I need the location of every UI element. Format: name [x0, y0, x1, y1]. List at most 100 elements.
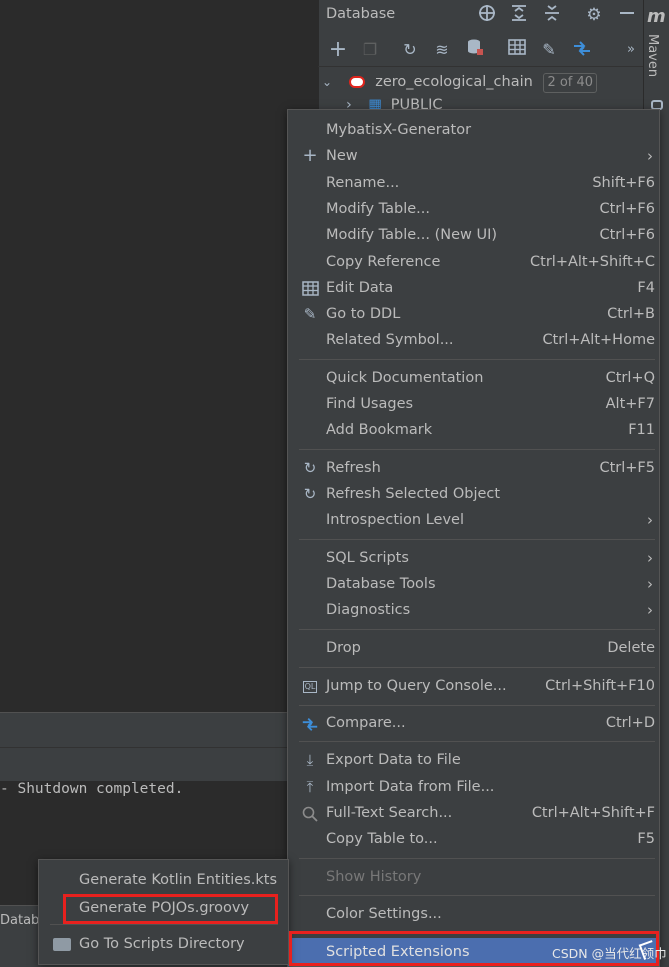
menu-item-diagnostics[interactable]: Diagnostics ›	[288, 597, 659, 623]
compare-icon[interactable]	[570, 38, 594, 62]
menu-item-label: MybatisX-Generator	[326, 122, 472, 138]
menu-separator	[299, 449, 655, 450]
settings-icon[interactable]: ⚙	[583, 4, 605, 26]
database-tab[interactable]: Databa	[0, 905, 40, 936]
submenu-item-go-to-scripts[interactable]: Go To Scripts Directory	[39, 930, 288, 958]
highlight-box-generate-pojos	[63, 894, 278, 924]
menu-item-drop[interactable]: Drop Delete	[288, 635, 659, 661]
menu-item-color-settings[interactable]: Color Settings...	[288, 901, 659, 927]
search-icon	[299, 800, 321, 826]
menu-item-shortcut: Ctrl+B	[607, 306, 655, 322]
menu-item-jump-to-query-console[interactable]: QL Jump to Query Console... Ctrl+Shift+F…	[288, 673, 659, 699]
menu-item-modify-table-new-ui[interactable]: Modify Table... (New UI) Ctrl+F6	[288, 222, 659, 248]
menu-item-show-history: Show History	[288, 864, 659, 890]
menu-item-go-to-ddl[interactable]: ✎ Go to DDL Ctrl+B	[288, 301, 659, 327]
menu-separator	[299, 629, 655, 630]
menu-item-label: Import Data from File...	[326, 779, 495, 795]
chevron-right-icon: ›	[647, 147, 653, 165]
menu-separator	[299, 858, 655, 859]
menu-item-label: Rename...	[326, 175, 400, 191]
menu-item-refresh-selected[interactable]: ↻ Refresh Selected Object	[288, 481, 659, 507]
maven-tab-label[interactable]: Maven	[645, 34, 660, 77]
menu-item-related-symbol[interactable]: Related Symbol... Ctrl+Alt+Home	[288, 327, 659, 353]
menu-item-label: Copy Reference	[326, 254, 441, 270]
menu-item-label: Refresh	[326, 460, 381, 476]
pencil-icon: ✎	[303, 305, 317, 323]
menu-separator	[299, 667, 655, 668]
menu-item-shortcut: Ctrl+D	[605, 715, 655, 731]
submenu-item-generate-kotlin[interactable]: Generate Kotlin Entities.kts	[39, 866, 288, 894]
menu-item-introspection-level[interactable]: Introspection Level ›	[288, 507, 659, 533]
menu-item-rename[interactable]: Rename... Shift+F6	[288, 170, 659, 196]
menu-separator	[299, 705, 655, 706]
schema-sync-icon[interactable]: ≋	[430, 38, 454, 62]
menu-item-label: Modify Table... (New UI)	[326, 227, 498, 243]
menu-item-copy-reference[interactable]: Copy Reference Ctrl+Alt+Shift+C	[288, 249, 659, 275]
duplicate-icon[interactable]: ❐	[358, 38, 382, 62]
maven-icon[interactable]: m	[647, 6, 666, 27]
menu-item-shortcut: Ctrl+Alt+Shift+F	[531, 805, 655, 821]
export-icon: ⤓	[306, 751, 314, 769]
menu-item-shortcut: Ctrl+Alt+Shift+C	[530, 254, 655, 270]
plus-icon: +	[302, 145, 318, 166]
submenu-item-label: Generate Kotlin Entities.kts	[79, 872, 278, 888]
menu-separator	[299, 741, 655, 742]
table-icon[interactable]	[505, 38, 529, 62]
menu-item-export-data[interactable]: ⤓ Export Data to File	[288, 747, 659, 773]
menu-item-shortcut: Ctrl+Q	[605, 370, 655, 386]
connection-badge: 2 of 40	[543, 73, 598, 93]
menu-item-modify-table[interactable]: Modify Table... Ctrl+F6	[288, 196, 659, 222]
query-console-icon: QL	[302, 680, 318, 693]
menu-item-add-bookmark[interactable]: Add Bookmark F11	[288, 417, 659, 443]
import-icon: ⤒	[306, 778, 314, 796]
menu-item-label: Full-Text Search...	[326, 805, 453, 821]
refresh-icon: ↻	[303, 459, 317, 477]
menu-item-label: Modify Table...	[326, 201, 430, 217]
refresh-icon[interactable]: ↻	[398, 38, 422, 62]
menu-separator	[299, 895, 655, 896]
minimize-icon[interactable]	[616, 4, 638, 26]
chevron-right-icon: ›	[647, 575, 653, 593]
context-menu: MybatisX-Generator + New › Rename... Shi…	[287, 109, 660, 967]
menu-item-sql-scripts[interactable]: SQL Scripts ›	[288, 545, 659, 571]
menu-item-import-data[interactable]: ⤒ Import Data from File...	[288, 774, 659, 800]
menu-separator	[299, 359, 655, 360]
menu-item-edit-data[interactable]: Edit Data F4	[288, 275, 659, 301]
crosshair-icon[interactable]	[476, 4, 498, 26]
more-icon[interactable]: »	[619, 38, 643, 62]
menu-item-database-tools[interactable]: Database Tools ›	[288, 571, 659, 597]
table-grid-icon	[299, 275, 321, 301]
menu-item-copy-table[interactable]: Copy Table to... F5	[288, 826, 659, 852]
menu-item-label: Quick Documentation	[326, 370, 484, 386]
add-icon[interactable]: +	[326, 38, 350, 62]
submenu-item-label: Go To Scripts Directory	[79, 936, 245, 952]
menu-item-shortcut: Shift+F6	[592, 175, 655, 191]
menu-item-full-text-search[interactable]: Full-Text Search... Ctrl+Alt+Shift+F	[288, 800, 659, 826]
menu-item-shortcut: Delete	[607, 640, 655, 656]
menu-item-label: Refresh Selected Object	[326, 486, 501, 502]
menu-item-label: Show History	[326, 869, 422, 885]
menu-item-label: Go to DDL	[326, 306, 401, 322]
collapse-all-icon[interactable]	[541, 4, 563, 26]
menu-item-refresh[interactable]: ↻ Refresh Ctrl+F5	[288, 455, 659, 481]
menu-item-label: Database Tools	[326, 576, 436, 592]
tree-connection-node[interactable]: ⌄ zero_ecological_chain 2 of 40	[322, 70, 598, 94]
tool-window-header	[0, 712, 318, 748]
menu-item-find-usages[interactable]: Find Usages Alt+F7	[288, 391, 659, 417]
edit-icon[interactable]: ✎	[537, 38, 561, 62]
editor-area[interactable]	[0, 0, 318, 712]
menu-item-compare[interactable]: Compare... Ctrl+D	[288, 710, 659, 736]
expand-all-icon[interactable]	[508, 4, 530, 26]
data-source-properties-icon[interactable]	[463, 38, 487, 62]
menu-item-shortcut: F5	[637, 831, 655, 847]
menu-item-new[interactable]: + New ›	[288, 143, 659, 169]
menu-item-quick-documentation[interactable]: Quick Documentation Ctrl+Q	[288, 365, 659, 391]
menu-item-label: Related Symbol...	[326, 332, 454, 348]
database-panel-title: Database	[326, 6, 396, 22]
menu-item-label: Copy Table to...	[326, 831, 438, 847]
menu-item-label: Introspection Level	[326, 512, 464, 528]
folder-icon	[53, 938, 71, 951]
chevron-down-icon[interactable]: ⌄	[322, 70, 334, 94]
menu-item-mybatisx-generator[interactable]: MybatisX-Generator	[288, 117, 659, 143]
refresh-icon: ↻	[303, 485, 317, 503]
